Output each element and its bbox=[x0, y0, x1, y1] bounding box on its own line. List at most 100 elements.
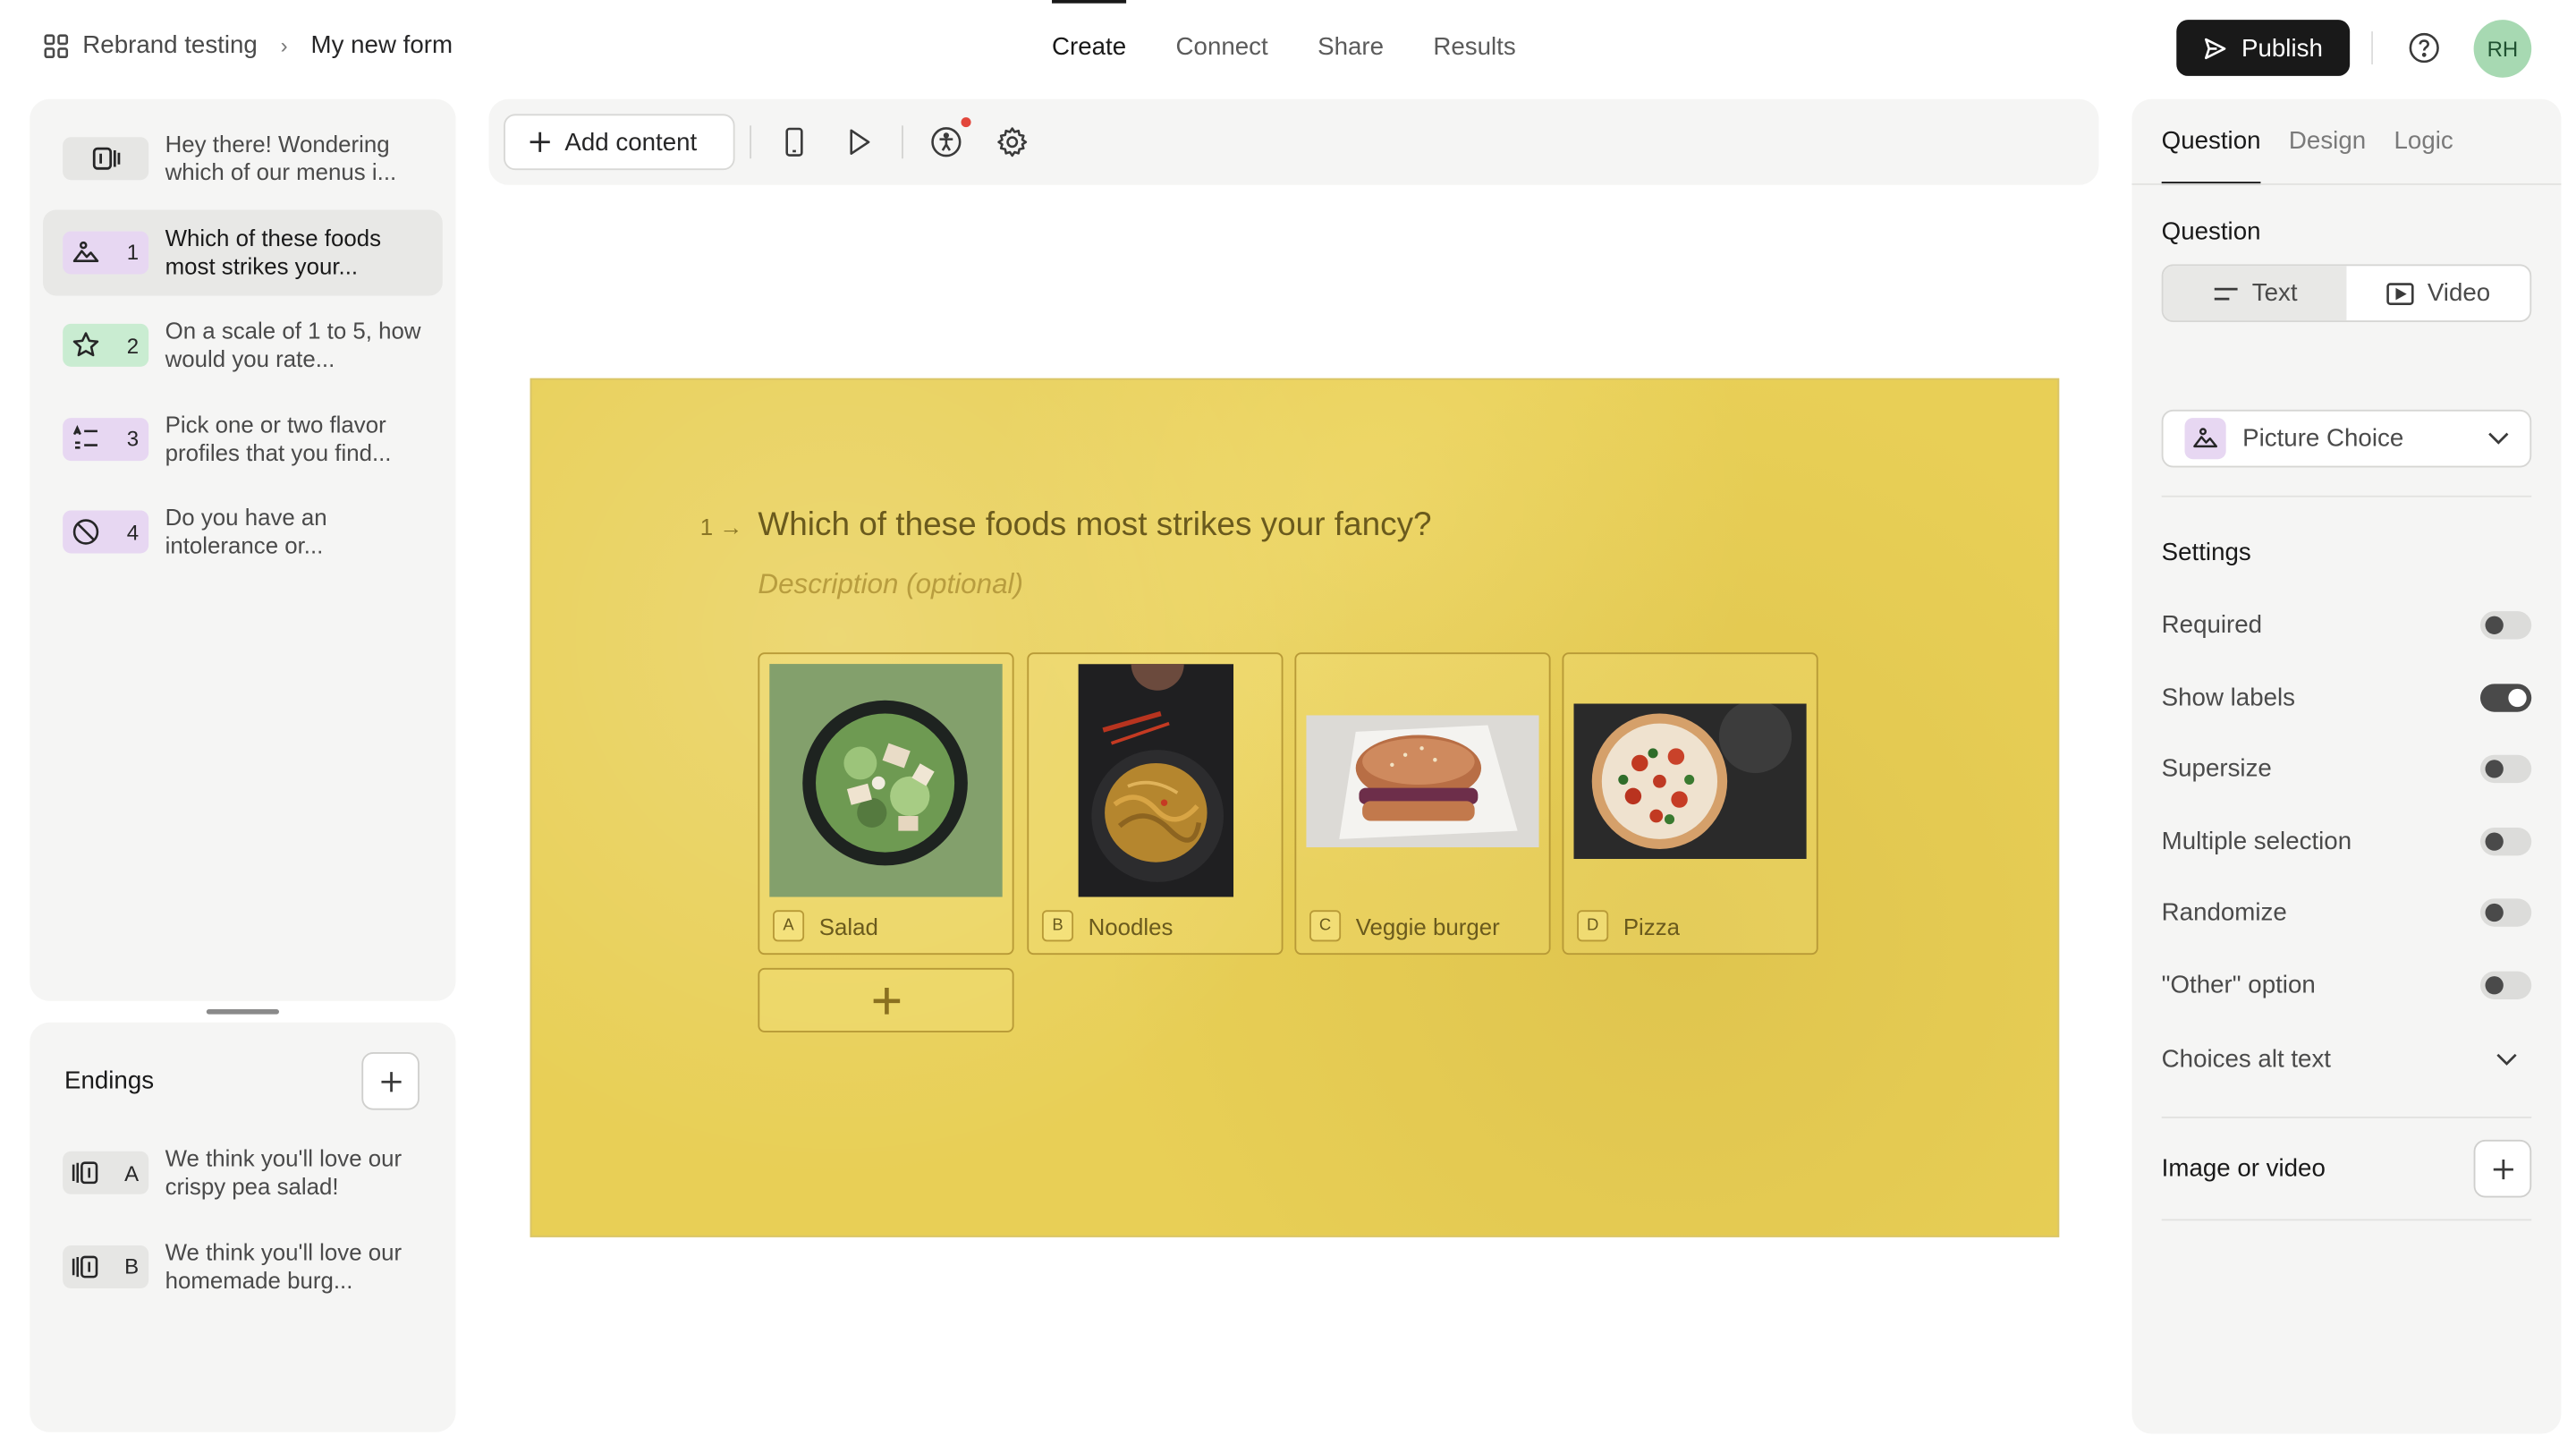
editor-toolbar: Add content bbox=[488, 98, 2099, 185]
choice-text[interactable]: Veggie burger bbox=[1356, 913, 1500, 939]
play-preview-icon[interactable] bbox=[843, 125, 876, 158]
setting-show-labels: Show labels bbox=[2162, 681, 2532, 714]
accessibility-icon[interactable] bbox=[929, 125, 962, 158]
chevron-down-icon bbox=[2488, 432, 2509, 445]
supersize-toggle[interactable] bbox=[2479, 753, 2532, 783]
question-item-2[interactable]: 2 On a scale of 1 to 5, how would you ra… bbox=[43, 302, 443, 388]
format-video-label: Video bbox=[2427, 279, 2491, 308]
question-item-3[interactable]: 3 Pick one or two flavor profiles that y… bbox=[43, 395, 443, 481]
workspace-grid-icon[interactable] bbox=[43, 32, 70, 59]
choice-text[interactable]: Noodles bbox=[1089, 913, 1174, 939]
question-badge: 3 bbox=[63, 417, 149, 461]
choices-alt-text-row[interactable]: Choices alt text bbox=[2162, 1042, 2532, 1075]
format-video-option[interactable]: Video bbox=[2346, 266, 2529, 320]
setting-label: Supersize bbox=[2161, 753, 2272, 783]
image-or-video-label: Image or video bbox=[2161, 1154, 2326, 1183]
tab-results[interactable]: Results bbox=[1409, 0, 1541, 96]
question-item-4[interactable]: 4 Do you have an intolerance or... bbox=[43, 489, 443, 574]
question-badge: 4 bbox=[63, 510, 149, 554]
question-type-dropdown[interactable]: Picture Choice bbox=[2161, 409, 2532, 468]
show-labels-toggle[interactable] bbox=[2479, 683, 2532, 711]
choice-key: C bbox=[1309, 910, 1342, 942]
veggie-burger-image bbox=[1306, 664, 1539, 896]
choice-card-salad[interactable]: A Salad bbox=[758, 652, 1014, 956]
multiple-selection-toggle[interactable] bbox=[2479, 827, 2532, 855]
ending-item-b[interactable]: B We think you'll love our homemade burg… bbox=[43, 1223, 443, 1309]
question-section-label: Question bbox=[2161, 217, 2261, 247]
question-item-welcome[interactable]: Hey there! Wondering which of our menus … bbox=[43, 115, 443, 201]
tab-create[interactable]: Create bbox=[1027, 0, 1151, 96]
panel-resize-handle[interactable] bbox=[206, 1009, 280, 1015]
chevron-down-icon bbox=[2496, 1052, 2517, 1065]
add-content-button[interactable]: Add content bbox=[504, 114, 735, 171]
choice-text[interactable]: Salad bbox=[819, 913, 878, 939]
tab-design[interactable]: Design bbox=[2289, 99, 2366, 185]
question-number: 2 bbox=[126, 333, 140, 358]
format-text-option[interactable]: Text bbox=[2163, 266, 2347, 321]
help-icon[interactable] bbox=[2408, 31, 2441, 64]
text-lines-icon bbox=[2214, 286, 2238, 300]
question-text: Do you have an intolerance or... bbox=[165, 504, 327, 559]
star-icon bbox=[72, 332, 99, 357]
properties-tabs: Question Design Logic bbox=[2161, 99, 2453, 185]
description-input[interactable]: Description (optional) bbox=[758, 568, 1023, 601]
endings-title: Endings bbox=[64, 1066, 155, 1096]
question-title-input[interactable]: Which of these foods most strikes your f… bbox=[758, 507, 1431, 545]
choice-label: A Salad bbox=[773, 910, 878, 942]
question-badge: 1 bbox=[63, 230, 149, 274]
add-ending-button[interactable] bbox=[361, 1052, 419, 1110]
toolbar-divider bbox=[902, 125, 903, 159]
required-toggle[interactable] bbox=[2479, 610, 2532, 639]
choice-key: B bbox=[1041, 910, 1074, 942]
question-text: Which of these foods most strikes your..… bbox=[165, 224, 382, 279]
ending-item-a[interactable]: A We think you'll love our crispy pea sa… bbox=[43, 1130, 443, 1216]
breadcrumb-form-name[interactable]: My new form bbox=[311, 31, 453, 59]
choice-card-noodles[interactable]: B Noodles bbox=[1027, 652, 1284, 956]
plus-icon bbox=[530, 132, 550, 152]
endings-header: Endings bbox=[43, 1023, 443, 1130]
question-text: Pick one or two flavor profiles that you… bbox=[165, 410, 392, 465]
choice-card-veggie-burger[interactable]: C Veggie burger bbox=[1294, 652, 1551, 956]
tab-question[interactable]: Question bbox=[2161, 99, 2261, 185]
mobile-preview-icon[interactable] bbox=[778, 125, 811, 158]
setting-label: Show labels bbox=[2161, 683, 2296, 711]
tab-connect[interactable]: Connect bbox=[1151, 0, 1293, 96]
breadcrumb-workspace[interactable]: Rebrand testing bbox=[82, 31, 258, 59]
breadcrumb: Rebrand testing › My new form bbox=[43, 31, 453, 59]
video-icon bbox=[2386, 282, 2414, 305]
setting-required: Required bbox=[2162, 608, 2532, 641]
form-preview-canvas: 1 → Which of these foods most strikes yo… bbox=[530, 378, 2060, 1237]
publish-button[interactable]: Publish bbox=[2176, 20, 2351, 76]
properties-panel: Question Design Logic Question Text Vide… bbox=[2131, 98, 2562, 1434]
setting-label: "Other" option bbox=[2161, 970, 2316, 999]
add-content-label: Add content bbox=[564, 128, 698, 157]
question-badge bbox=[63, 137, 149, 181]
add-media-button[interactable] bbox=[2473, 1139, 2532, 1198]
header-divider bbox=[2371, 31, 2373, 65]
tab-logic[interactable]: Logic bbox=[2394, 99, 2453, 185]
randomize-toggle[interactable] bbox=[2479, 897, 2532, 926]
avatar[interactable]: RH bbox=[2473, 20, 2532, 78]
other-option-toggle[interactable] bbox=[2479, 970, 2532, 999]
ending-text: We think you'll love our homemade burg..… bbox=[165, 1237, 402, 1293]
add-choice-button[interactable] bbox=[758, 967, 1014, 1032]
ending-key: A bbox=[124, 1160, 140, 1185]
choice-label: B Noodles bbox=[1041, 910, 1174, 942]
choice-card-pizza[interactable]: D Pizza bbox=[1562, 652, 1818, 956]
question-number: 1 bbox=[126, 239, 140, 265]
section-divider bbox=[2161, 1219, 2532, 1221]
send-icon bbox=[2205, 37, 2227, 59]
tab-share[interactable]: Share bbox=[1292, 0, 1408, 96]
setting-multiple-selection: Multiple selection bbox=[2162, 824, 2532, 857]
tabs-divider bbox=[2131, 183, 2562, 185]
section-divider bbox=[2161, 495, 2532, 497]
settings-gear-icon[interactable] bbox=[996, 125, 1029, 158]
main-tabs: Create Connect Share Results bbox=[1027, 0, 1540, 96]
setting-label: Randomize bbox=[2161, 897, 2287, 926]
question-badge: 2 bbox=[63, 323, 149, 367]
plus-icon bbox=[872, 987, 900, 1014]
setting-randomize: Randomize bbox=[2162, 896, 2532, 929]
question-item-1[interactable]: 1 Which of these foods most strikes your… bbox=[43, 208, 443, 295]
choice-text[interactable]: Pizza bbox=[1623, 913, 1680, 939]
setting-supersize: Supersize bbox=[2162, 752, 2532, 785]
